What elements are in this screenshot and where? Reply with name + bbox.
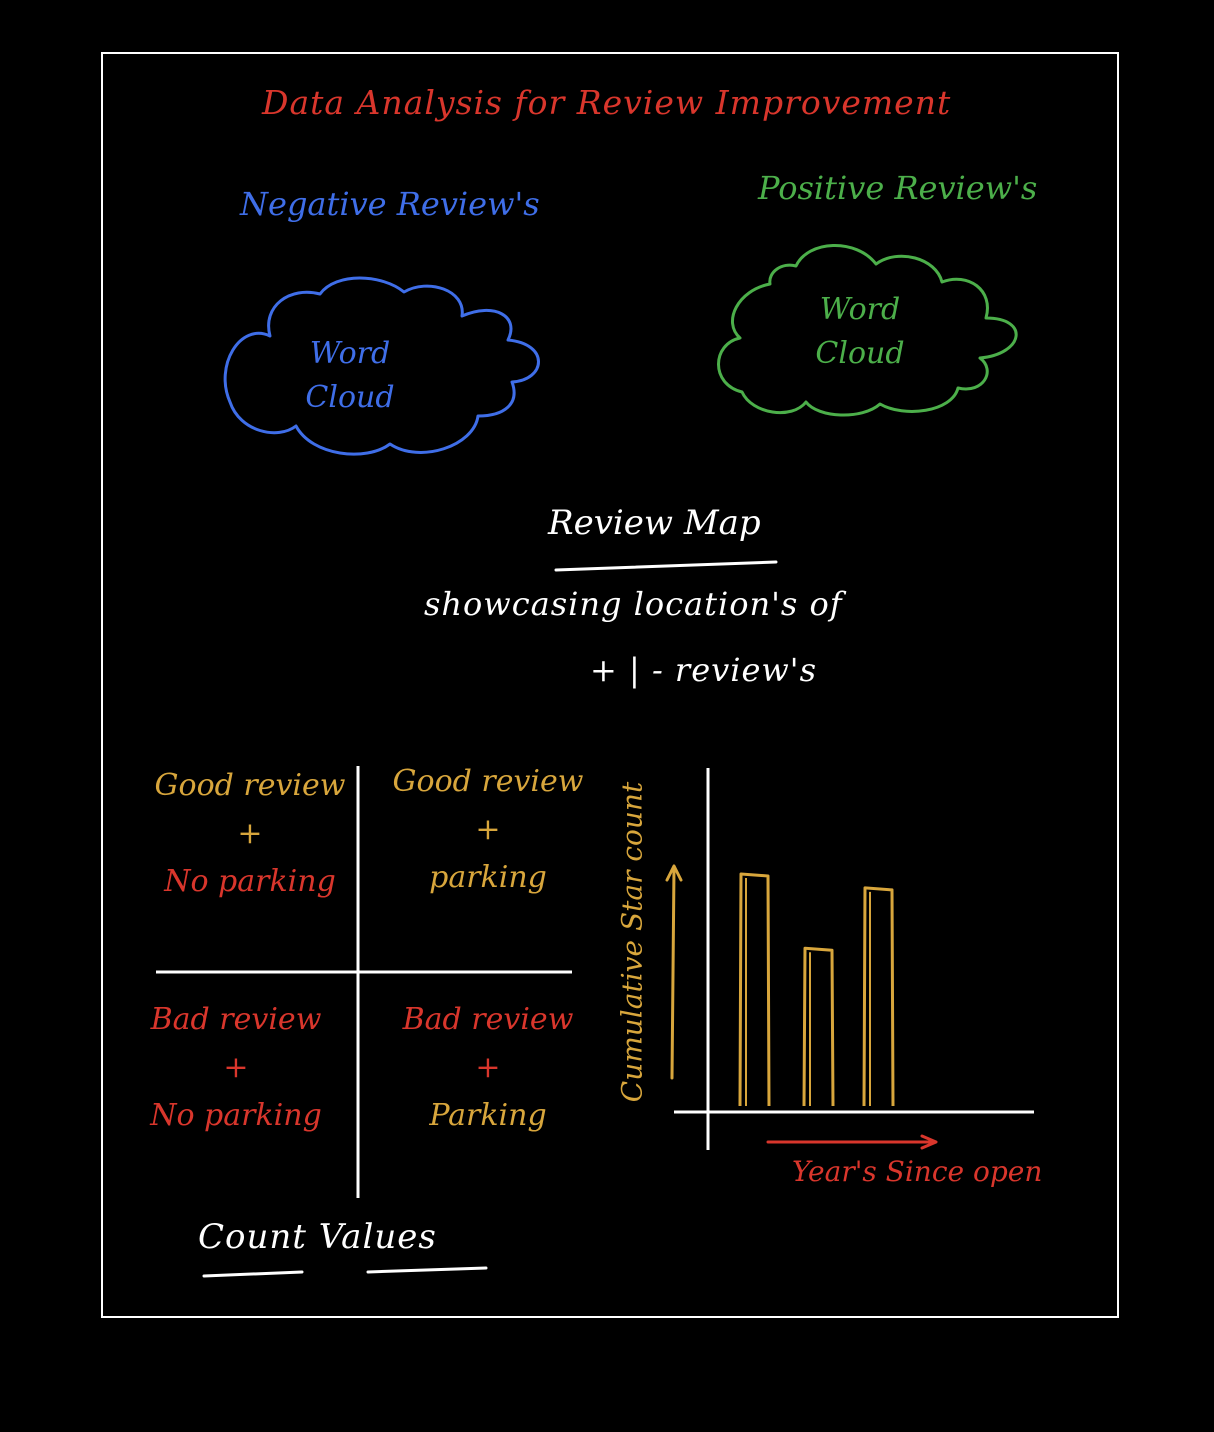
quadrant-tl-line3: No parking [164, 864, 336, 899]
count-values-label: Count Values [198, 1217, 437, 1257]
quadrant-tr-plus: + [475, 812, 501, 847]
diagram-strokes [156, 244, 1034, 1278]
quadrant-bad-review-parking: Bad review + Parking [378, 996, 598, 1140]
review-map-title: Review Map [548, 503, 761, 543]
review-map-description-line1: showcasing location's of [424, 585, 843, 623]
chart-bar-2 [802, 946, 835, 1107]
quadrant-tl-line1: Good review [154, 768, 346, 803]
positive-word-cloud-label: Word Cloud [780, 288, 940, 375]
y-direction-arrow-shaft [670, 866, 676, 1080]
quadrant-bl-plus: + [223, 1050, 249, 1085]
negative-cloud-line1: Word [309, 336, 391, 371]
negative-cloud-line2: Cloud [305, 379, 395, 415]
chart-bars [738, 872, 895, 1107]
quadrant-good-review-parking: Good review + parking [378, 758, 598, 902]
quadrant-bl-line1: Bad review [150, 1002, 322, 1037]
quadrant-bad-review-no-parking: Bad review + No parking [126, 996, 346, 1140]
chart-y-axis-label: Cumulative Star count [615, 781, 649, 1103]
review-map-underline [554, 560, 778, 572]
chart-x-axis-label: Year's Since open [792, 1155, 1043, 1188]
review-map-description-line2: + | - review's [590, 651, 818, 689]
positive-cloud-line1: Word [819, 292, 901, 327]
quadrant-br-line3: Parking [429, 1098, 547, 1133]
chart-bar-1 [738, 872, 771, 1107]
negative-word-cloud-label: Word Cloud [270, 332, 430, 419]
values-underline [366, 1266, 488, 1274]
quadrant-bl-line3: No parking [150, 1098, 322, 1133]
quadrant-tr-line3: parking [429, 860, 547, 895]
quadrant-br-line1: Bad review [402, 1002, 574, 1037]
quadrant-tr-line1: Good review [392, 764, 584, 799]
quadrant-good-review-no-parking: Good review + No parking [140, 762, 360, 906]
quadrant-tl-plus: + [237, 816, 263, 851]
quadrant-br-plus: + [475, 1050, 501, 1085]
count-underline [202, 1270, 304, 1278]
chart-bar-3 [862, 886, 895, 1107]
positive-cloud-line2: Cloud [815, 335, 905, 371]
